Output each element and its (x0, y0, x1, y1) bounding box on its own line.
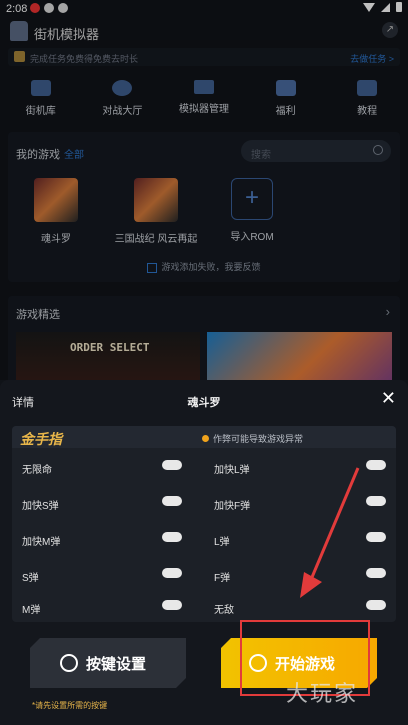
arrow-shaft (308, 467, 360, 583)
annotation-arrow (300, 467, 360, 598)
arrow-head (300, 572, 322, 598)
